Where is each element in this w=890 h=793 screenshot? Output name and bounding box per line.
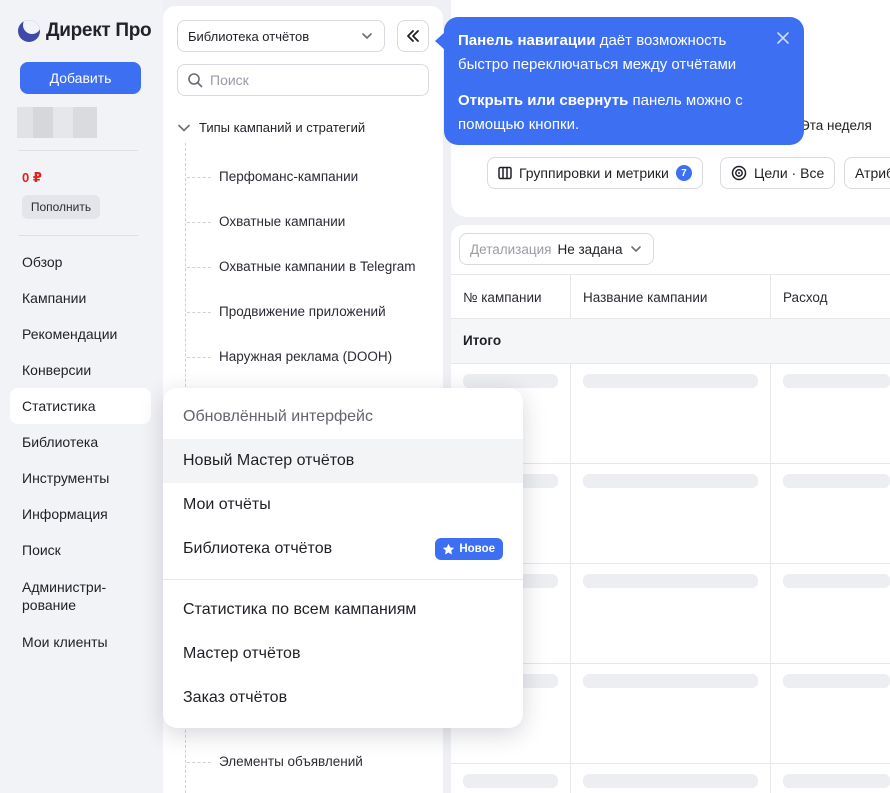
tooltip-bold-text: Открыть или свернуть (458, 92, 629, 109)
menu-item-report-library[interactable]: Библиотека отчётов Новое (163, 527, 523, 571)
tooltip-bold-text: Панель навигации (458, 32, 596, 49)
groupings-count: 7 (675, 165, 692, 181)
tree-item[interactable]: Элементы объявлений (187, 754, 363, 769)
menu-item-label: Библиотека отчётов (183, 540, 333, 557)
collapse-panel-button[interactable] (397, 20, 429, 52)
skeleton-placeholder (463, 774, 558, 788)
sidebar-item-overview[interactable]: Обзор (10, 244, 151, 280)
chevron-down-icon (362, 33, 372, 40)
search-input[interactable] (210, 72, 410, 88)
attribution-button[interactable]: Атрибуция (844, 157, 890, 189)
sidebar-nav: Обзор Кампании Рекомендации Конверсии Ст… (10, 244, 151, 660)
tree-item[interactable]: Охватные кампании в Telegram (186, 259, 415, 274)
sidebar-item-library[interactable]: Библиотека (10, 424, 151, 460)
sidebar-item-my-clients[interactable]: Мои клиенты (10, 624, 151, 660)
skeleton-placeholder (583, 674, 758, 688)
chevron-down-icon (178, 124, 190, 132)
navigation-hint-tooltip: Панель навигации даёт возможность быстро… (435, 17, 804, 145)
total-label: Итого (463, 333, 502, 348)
detail-label: Детализация (470, 241, 552, 257)
skeleton-placeholder (583, 374, 758, 388)
app-logo[interactable]: Директ Про (18, 20, 152, 42)
column-header-spend[interactable]: Расход (771, 275, 828, 319)
library-select-value: Библиотека отчётов (188, 28, 310, 44)
menu-item-updated-interface: Обновлённый интерфейс (183, 408, 373, 425)
menu-item-my-reports[interactable]: Мои отчёты (163, 483, 523, 527)
star-icon (443, 543, 455, 554)
skeleton-placeholder (463, 374, 558, 388)
sidebar-divider (18, 235, 138, 236)
sidebar-item-administration[interactable]: Администри- рование (10, 568, 151, 624)
balance-value: 0 ₽ (22, 170, 42, 185)
menu-item-all-campaigns-stats[interactable]: Статистика по всем кампаниям (163, 588, 523, 632)
sidebar-item-conversions[interactable]: Конверсии (10, 352, 151, 388)
tree-item[interactable]: Наружная реклама (DOOH) (186, 349, 392, 364)
new-badge: Новое (435, 538, 503, 560)
sidebar: Директ Про Добавить 0 ₽ Пополнить Обзор … (0, 0, 163, 793)
skeleton-placeholder (583, 474, 758, 488)
attribution-label: Атрибуция (855, 165, 890, 181)
tree-item[interactable]: Продвижение приложений (187, 304, 386, 319)
skeleton-placeholder (783, 374, 890, 388)
statistics-menu: Обновлённый интерфейс Новый Мастер отчёт… (163, 388, 523, 728)
skeleton-placeholder (783, 574, 890, 588)
library-search[interactable] (177, 64, 429, 96)
sidebar-item-information[interactable]: Информация (10, 496, 151, 532)
topup-button[interactable]: Пополнить (22, 195, 100, 219)
column-header-campaign-name[interactable]: Название кампании (571, 275, 707, 319)
skeleton-placeholder (783, 474, 890, 488)
tree-item[interactable]: Перфоманс-кампании (186, 169, 358, 184)
sidebar-item-recommendations[interactable]: Рекомендации (10, 316, 151, 352)
groupings-button[interactable]: Группировки и метрики 7 (487, 157, 703, 189)
skeleton-placeholder (783, 674, 890, 688)
menu-item-report-wizard[interactable]: Мастер отчётов (163, 632, 523, 676)
tree-item[interactable]: Охватные кампании (186, 214, 345, 229)
direct-logo-icon (18, 20, 40, 42)
sidebar-item-campaigns[interactable]: Кампании (10, 280, 151, 316)
goals-label: Цели · Все (754, 165, 825, 181)
menu-item-report-order[interactable]: Заказ отчётов (163, 676, 523, 720)
menu-divider (163, 579, 523, 580)
total-row: Итого (451, 319, 890, 364)
add-button[interactable]: Добавить (20, 62, 141, 94)
app-name: Директ Про (46, 20, 152, 41)
skeleton-placeholder (583, 774, 758, 788)
sidebar-item-statistics[interactable]: Статистика (10, 388, 151, 424)
sidebar-divider (18, 150, 138, 151)
library-select[interactable]: Библиотека отчётов (177, 20, 385, 52)
menu-item-new-report-wizard[interactable]: Новый Мастер отчётов (163, 439, 523, 483)
target-icon (731, 165, 747, 181)
new-badge-label: Новое (459, 543, 495, 555)
account-avatar[interactable] (17, 107, 97, 138)
tooltip-paragraph: Открыть или свернуть панель можно с помо… (458, 89, 764, 137)
table-row-loading (451, 764, 890, 793)
sidebar-item-search[interactable]: Поиск (10, 532, 151, 568)
skeleton-placeholder (583, 574, 758, 588)
sidebar-item-tools[interactable]: Инструменты (10, 460, 151, 496)
columns-icon (498, 166, 512, 180)
tree-group-campaign-types[interactable]: Типы кампаний и стратегий (177, 120, 365, 135)
double-chevron-left-icon (407, 30, 419, 42)
skeleton-placeholder (783, 774, 890, 788)
detail-value: Не задана (557, 241, 623, 257)
tree-group-label: Типы кампаний и стратегий (199, 120, 366, 135)
tooltip-paragraph: Панель навигации даёт возможность быстро… (458, 29, 764, 77)
detail-select[interactable]: Детализация Не задана (459, 233, 654, 265)
goals-button[interactable]: Цели · Все (720, 157, 836, 189)
groupings-label: Группировки и метрики (519, 165, 669, 181)
close-icon[interactable] (776, 31, 790, 45)
search-icon (188, 73, 203, 88)
chevron-down-icon (630, 246, 641, 253)
table-header: № кампании Название кампании Расход (451, 274, 890, 319)
column-header-campaign-id[interactable]: № кампании (451, 275, 542, 319)
